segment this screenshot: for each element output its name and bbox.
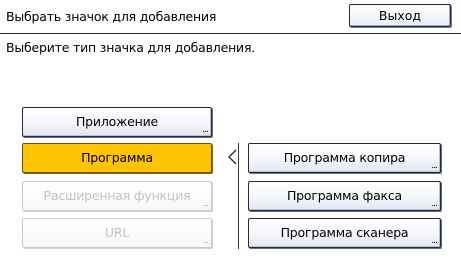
scanner-program-button-label: Программа сканера [280,225,409,240]
ellipsis-icon: ... [202,199,209,209]
application-button[interactable]: Приложение ... [22,107,212,137]
ellipsis-icon: ... [202,236,209,246]
copier-program-button-label: Программа копира [283,150,406,165]
exit-button[interactable]: Выход [349,4,451,27]
ellipsis-icon: ... [202,125,209,135]
fax-program-button-label: Программа факса [286,188,403,203]
extended-function-button-label: Расширенная функция [43,188,191,203]
bracket-line [238,143,239,249]
program-button[interactable]: Программа [22,143,212,173]
extended-function-button[interactable]: Расширенная функция ... [22,181,212,211]
instruction-text: Выберите тип значка для добавления. [6,40,256,55]
url-button-label: URL [104,225,130,240]
dialog: Выбрать значок для добавления Выход Выбе… [0,0,461,266]
scanner-program-button[interactable]: Программа сканера ... [248,218,441,248]
application-button-label: Приложение [75,114,159,129]
url-button[interactable]: URL ... [22,218,212,248]
copier-program-button[interactable]: Программа копира ... [248,143,441,173]
title-bar: Выбрать значок для добавления Выход [0,0,461,33]
ellipsis-icon: ... [431,199,438,209]
dialog-title: Выбрать значок для добавления [6,9,217,24]
ellipsis-icon: ... [431,236,438,246]
fax-program-button[interactable]: Программа факса ... [248,181,441,211]
program-button-label: Программа [81,150,153,165]
left-angle-bracket-icon [228,149,237,165]
ellipsis-icon: ... [431,161,438,171]
